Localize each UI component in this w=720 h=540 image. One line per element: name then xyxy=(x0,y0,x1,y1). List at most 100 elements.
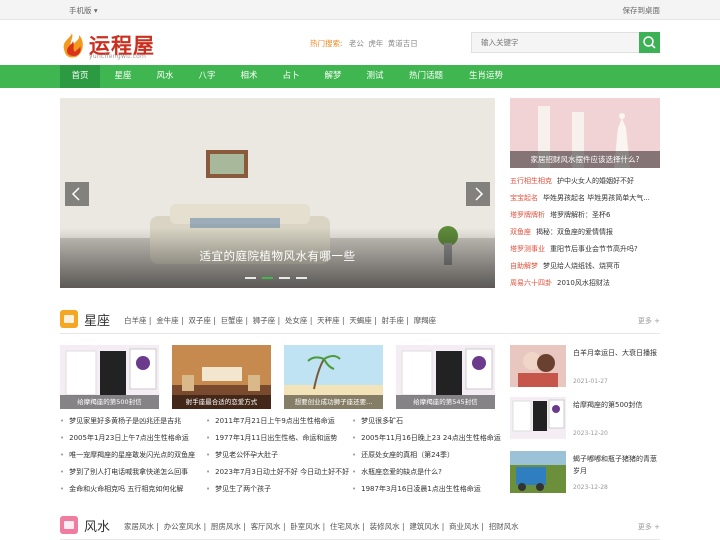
list-item[interactable]: 金命和火命相克吗 五行相克如何化解 xyxy=(60,484,183,498)
chevron-right-icon xyxy=(475,187,484,201)
nav-item-xingzuo[interactable]: 星座 xyxy=(104,65,142,88)
side-feature[interactable]: 家居招财风水摆件应该选择什么? xyxy=(510,98,660,168)
sub-link[interactable]: 厨房风水 xyxy=(211,522,241,531)
banner-prev-button[interactable] xyxy=(65,182,89,206)
list-item[interactable]: 宝宝起名 毕姓男孩起名 毕姓男孩简单大气... xyxy=(510,193,650,207)
article-card[interactable]: 给摩羯座的第500封信 xyxy=(60,345,159,409)
sub-link[interactable]: 摩羯座 xyxy=(414,316,437,325)
sub-link[interactable]: 建筑风水 xyxy=(409,522,439,531)
sub-link[interactable]: 卧室风水 xyxy=(290,522,320,531)
sub-link[interactable]: 射手座 xyxy=(382,316,405,325)
section-title: 星座 xyxy=(84,314,111,329)
sub-link[interactable]: 天蝎座 xyxy=(349,316,372,325)
side-article-card[interactable]: 蝎子嘟嘟和瓶子猪猪的青葱岁月 2023-12-28 xyxy=(510,451,660,493)
list-item[interactable]: 周易六十四卦 2010风水招财法 xyxy=(510,278,610,292)
site-logo[interactable]: 运程屋 yunchengwu.com xyxy=(60,29,170,61)
sub-link[interactable]: 狮子座 xyxy=(253,316,276,325)
banner-caption[interactable]: 适宜的庭院植物风水有哪一些 xyxy=(60,248,495,264)
list-item[interactable]: 五行相生相克 护中火女人的婚姻好不好 xyxy=(510,176,634,190)
list-item[interactable]: 梦见老公怀孕大肚子 xyxy=(206,450,278,464)
search-icon xyxy=(643,36,656,49)
banner-dot-active[interactable] xyxy=(262,277,273,279)
house-section-icon xyxy=(60,516,78,534)
hot-keyword[interactable]: 虎年 xyxy=(368,39,383,48)
sub-link[interactable]: 白羊座 xyxy=(124,316,147,325)
more-link[interactable]: 更多 + xyxy=(638,522,660,532)
list-item[interactable]: 梦见家里好多黄杨子是凶兆还是吉兆 xyxy=(60,416,181,430)
list-item[interactable]: 梦到了别人打电话喊我拿快递怎么回事 xyxy=(60,467,188,481)
sub-link[interactable]: 客厅风水 xyxy=(251,522,281,531)
sub-link[interactable]: 装修风水 xyxy=(370,522,400,531)
star-section-icon xyxy=(60,310,78,328)
side-article-card[interactable]: 白羊月幸运日、大衰日播报 2021-01-27 xyxy=(510,345,660,387)
top-bar: 手机版 ▾ 保存到桌面 xyxy=(0,0,720,20)
list-item[interactable]: 梦见很多矿石 xyxy=(352,416,403,430)
sub-link[interactable]: 金牛座 xyxy=(156,316,179,325)
article-card[interactable]: 想要创业成功狮子座还要... xyxy=(284,345,383,409)
side-article-thumb xyxy=(510,451,566,493)
section-sub-links: 白羊座 | 金牛座 | 双子座 | 巨蟹座 | 狮子座 | 处女座 | 天秤座 … xyxy=(124,316,437,325)
search-input[interactable] xyxy=(472,33,640,52)
sub-link[interactable]: 商业风水 xyxy=(449,522,479,531)
side-article-thumb xyxy=(510,345,566,387)
hot-keyword[interactable]: 老公 xyxy=(349,39,364,48)
list-item[interactable]: 水瓶座恋爱的缺点是什么? xyxy=(352,467,442,481)
logo-domain-text: yunchengwu.com xyxy=(89,53,147,60)
list-item[interactable]: 2011年7月21日上午9点出生性格命运 xyxy=(206,416,335,430)
side-article-date: 2023-12-20 xyxy=(573,430,608,437)
section-header-xingzuo: 星座 白羊座 | 金牛座 | 双子座 | 巨蟹座 | 狮子座 | 处女座 | 天… xyxy=(60,306,660,334)
nav-item-bazi[interactable]: 八字 xyxy=(188,65,226,88)
search-button[interactable] xyxy=(639,32,660,53)
list-item[interactable]: 2005年11月16日晚上23 24点出生性格命运 xyxy=(352,433,501,447)
sub-link[interactable]: 双子座 xyxy=(188,316,211,325)
side-article-title: 蝎子嘟嘟和瓶子猪猪的青葱岁月 xyxy=(573,455,657,475)
side-article-date: 2021-01-27 xyxy=(573,378,608,385)
section-header-fengshui: 风水 家居风水 | 办公室风水 | 厨房风水 | 客厅风水 | 卧室风水 | 住… xyxy=(60,512,660,540)
nav-item-zhanbu[interactable]: 占卜 xyxy=(272,65,310,88)
nav-item-ceshi[interactable]: 测试 xyxy=(356,65,394,88)
card-caption: 射手座最合适的恋爱方式 xyxy=(172,395,271,409)
nav-item-xiangshu[interactable]: 相术 xyxy=(230,65,268,88)
side-article-card[interactable]: 给摩羯座的第500封信 2023-12-20 xyxy=(510,397,660,439)
section-sub-links: 家居风水 | 办公室风水 | 厨房风水 | 客厅风水 | 卧室风水 | 住宅风水… xyxy=(124,522,519,531)
list-item[interactable]: 塔罗牌牌析 塔罗牌解析：圣杯6 xyxy=(510,210,610,224)
list-item[interactable]: 自助解梦 梦见给人烧纸钱、烧冥币 xyxy=(510,261,620,275)
banner-dot[interactable] xyxy=(296,277,307,279)
article-card[interactable]: 射手座最合适的恋爱方式 xyxy=(172,345,271,409)
side-article-thumb xyxy=(510,397,566,439)
list-item[interactable]: 唯一宠摩羯座的星座敢发闪光点的双鱼座 xyxy=(60,450,195,464)
list-item[interactable]: 1987年3月16日凌晨1点出生性格命运 xyxy=(352,484,481,498)
sub-link[interactable]: 家居风水 xyxy=(124,522,154,531)
mobile-version-link[interactable]: 手机版 ▾ xyxy=(69,5,98,16)
nav-item-shengxiao[interactable]: 生肖运势 xyxy=(460,65,512,88)
sub-link[interactable]: 处女座 xyxy=(285,316,308,325)
hot-keyword[interactable]: 黄道吉日 xyxy=(388,39,418,48)
nav-item-hot-topics[interactable]: 热门话题 xyxy=(400,65,452,88)
more-link[interactable]: 更多 + xyxy=(638,316,660,326)
save-to-desktop-link[interactable]: 保存到桌面 xyxy=(623,5,661,16)
chevron-left-icon xyxy=(71,187,80,201)
list-item[interactable]: 2005年1月23日上午7点出生性格命运 xyxy=(60,433,189,447)
banner-dot[interactable] xyxy=(245,277,256,279)
sub-link[interactable]: 招财风水 xyxy=(489,522,519,531)
nav-item-fengshui[interactable]: 风水 xyxy=(146,65,184,88)
list-item[interactable]: 还原处女座的真相（第24季） xyxy=(352,450,454,464)
nav-item-jiemeng[interactable]: 解梦 xyxy=(314,65,352,88)
list-item[interactable]: 梦见生了两个孩子 xyxy=(206,484,271,498)
sub-link[interactable]: 办公室风水 xyxy=(164,522,202,531)
banner-carousel[interactable]: 适宜的庭院植物风水有哪一些 xyxy=(60,98,495,288)
nav-item-home[interactable]: 首页 xyxy=(60,65,100,88)
sub-link[interactable]: 巨蟹座 xyxy=(221,316,244,325)
banner-dot[interactable] xyxy=(279,277,290,279)
card-caption: 给摩羯座的第545封信 xyxy=(396,395,495,409)
article-card[interactable]: 给摩羯座的第545封信 xyxy=(396,345,495,409)
list-item[interactable]: 双鱼座 揭秘：双鱼座的爱情情报 xyxy=(510,227,613,241)
sub-link[interactable]: 天秤座 xyxy=(317,316,340,325)
list-item[interactable]: 塔罗测事业 重阳节后事业会节节高升吗? xyxy=(510,244,638,258)
side-feature-caption: 家居招财风水摆件应该选择什么? xyxy=(510,151,660,168)
list-item[interactable]: 1977年1月11日出生性格、命运和运势 xyxy=(206,433,337,447)
sub-link[interactable]: 住宅风水 xyxy=(330,522,360,531)
side-article-title: 给摩羯座的第500封信 xyxy=(573,401,643,409)
banner-next-button[interactable] xyxy=(466,182,490,206)
list-item[interactable]: 2023年7月3日动土好不好 今日动土好不好 xyxy=(206,467,349,481)
